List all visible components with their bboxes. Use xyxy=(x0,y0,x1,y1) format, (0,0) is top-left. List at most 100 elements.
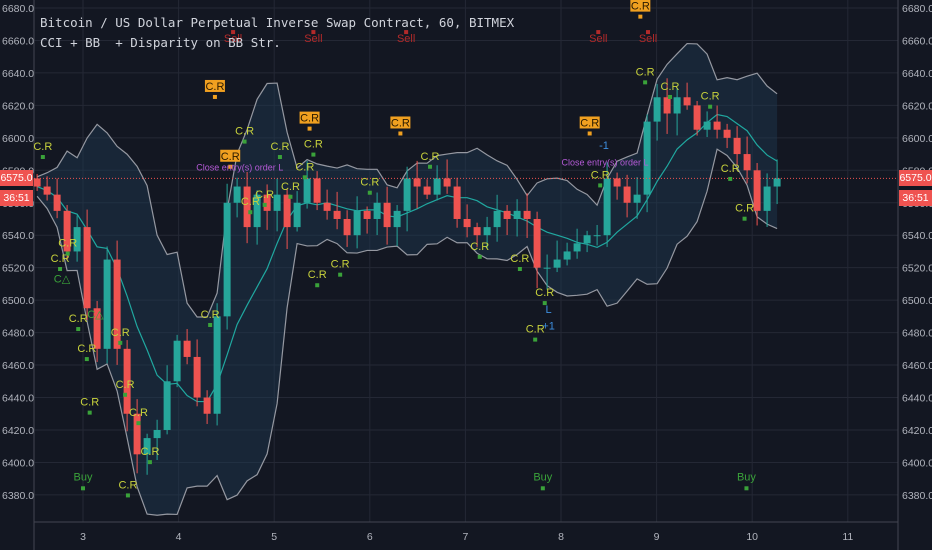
y-tick-label-right: 6460.0 xyxy=(902,360,932,372)
candle-body xyxy=(703,121,711,130)
close-order-label: Close entry(s) order L xyxy=(561,157,648,167)
y-tick-label-right: 6640.0 xyxy=(902,68,932,80)
candle-body xyxy=(673,97,681,114)
countdown-badge-right: 36:51 xyxy=(899,190,932,206)
y-tick-label-right: 6400.0 xyxy=(902,457,932,469)
signal-marker xyxy=(288,194,293,199)
signal-cr: C.R xyxy=(470,241,489,253)
x-tick-label: 9 xyxy=(654,531,660,543)
candle-body xyxy=(33,178,41,187)
x-tick-label: 4 xyxy=(176,531,182,543)
signal-cr: C.R xyxy=(201,309,220,321)
signal-marker xyxy=(208,322,213,327)
y-tick-label-right: 6500.0 xyxy=(902,295,932,307)
candle-body xyxy=(493,210,501,228)
candle-body xyxy=(583,235,591,244)
x-tick-label: 7 xyxy=(462,531,468,543)
signal-cr: C.R xyxy=(701,91,720,103)
y-tick-label-right: 6380.0 xyxy=(902,490,932,502)
candle-body xyxy=(773,178,781,187)
y-tick-label-right: 6480.0 xyxy=(902,328,932,340)
signal-cr: C.R xyxy=(129,407,148,419)
candle-body xyxy=(433,178,441,195)
y-tick-label-right: 6440.0 xyxy=(902,393,932,405)
candle-body xyxy=(503,210,511,219)
candle-body xyxy=(513,210,521,219)
signal-marker xyxy=(136,421,141,426)
candle-body xyxy=(423,186,431,195)
y-tick-label-left: 6500.0 xyxy=(2,295,34,307)
candle-body xyxy=(193,356,201,398)
y-tick-label-right: 6680.0 xyxy=(902,3,932,15)
x-tick-label: 11 xyxy=(842,531,853,543)
signal-cr: C.R xyxy=(281,181,300,193)
x-tick-label: 5 xyxy=(271,531,277,543)
signal-sell: Sell xyxy=(589,33,607,45)
signal-cr: C.R xyxy=(140,446,159,458)
candle-body xyxy=(213,316,221,414)
signal-marker xyxy=(338,272,343,277)
signal-marker xyxy=(277,155,282,160)
signal-marker xyxy=(367,190,372,195)
candle-body xyxy=(533,218,541,268)
y-tick-label-left: 6480.0 xyxy=(2,328,34,340)
candle-body xyxy=(563,251,571,260)
candle-body xyxy=(523,210,531,219)
signal-buy: Buy xyxy=(74,471,93,483)
candle-body xyxy=(223,202,231,317)
signal-marker xyxy=(40,155,45,160)
y-tick-label-left: 6540.0 xyxy=(2,230,34,242)
candle-body xyxy=(303,178,311,203)
last-price-badge-left: 6575.0 xyxy=(0,170,33,186)
x-tick-label: 6 xyxy=(367,531,373,543)
candle-body xyxy=(453,186,461,219)
candle-body xyxy=(353,210,361,236)
signal-marker xyxy=(65,251,70,256)
signal-cr-box: C.R xyxy=(205,81,224,93)
signal-cr: C.R xyxy=(360,177,379,189)
x-tick-label: 10 xyxy=(746,531,758,543)
price-chart[interactable]: 6380.0 6380.0 6400.0 6400.0 6420.0 6420.0 6440… xyxy=(0,0,932,550)
candle-body xyxy=(613,178,621,187)
signal-marker xyxy=(587,131,592,136)
y-tick-label-left: 6620.0 xyxy=(2,100,34,112)
signal-marker xyxy=(540,486,545,491)
y-tick-label-right: 6520.0 xyxy=(902,263,932,275)
signal-cr: C.R xyxy=(69,313,88,325)
signal-cr: C.R xyxy=(235,126,254,138)
candle-body xyxy=(173,340,181,382)
signal-marker xyxy=(118,340,123,345)
y-tick-label-right: 6420.0 xyxy=(902,425,932,437)
signal-marker xyxy=(643,80,648,85)
candle-body xyxy=(483,227,491,236)
candle-body xyxy=(683,97,691,106)
candle-body xyxy=(343,218,351,236)
symbol-title: Bitcoin / US Dollar Perpetual Inverse Sw… xyxy=(40,15,515,30)
signal-marker xyxy=(667,94,672,99)
y-tick-label-left: 6680.0 xyxy=(2,3,34,15)
candle-body xyxy=(403,178,411,211)
signal-cr: C.R xyxy=(111,327,130,339)
signal-cr: C.R xyxy=(535,287,554,299)
candle-body xyxy=(393,210,401,228)
signal-marker xyxy=(76,327,81,332)
candle-body xyxy=(293,202,301,228)
y-tick-label-left: 6640.0 xyxy=(2,68,34,80)
signal-cr: C.R xyxy=(241,196,260,208)
candle-body xyxy=(103,259,111,349)
signal-marker xyxy=(638,14,643,19)
y-tick-label-left: 6660.0 xyxy=(2,35,34,47)
candle-body xyxy=(323,202,331,211)
candle-body xyxy=(43,186,51,195)
candle-body xyxy=(463,218,471,228)
candle-body xyxy=(743,154,751,171)
y-tick-label-right: 6600.0 xyxy=(902,133,932,145)
candle-body xyxy=(713,121,721,130)
candle-body xyxy=(163,381,171,430)
candle-body xyxy=(543,267,551,269)
signal-cr-box: C.R xyxy=(631,1,650,13)
y-tick-label-left: 6600.0 xyxy=(2,133,34,145)
signal-marker xyxy=(517,266,522,271)
signal-marker xyxy=(428,164,433,169)
signal-marker xyxy=(248,210,253,215)
